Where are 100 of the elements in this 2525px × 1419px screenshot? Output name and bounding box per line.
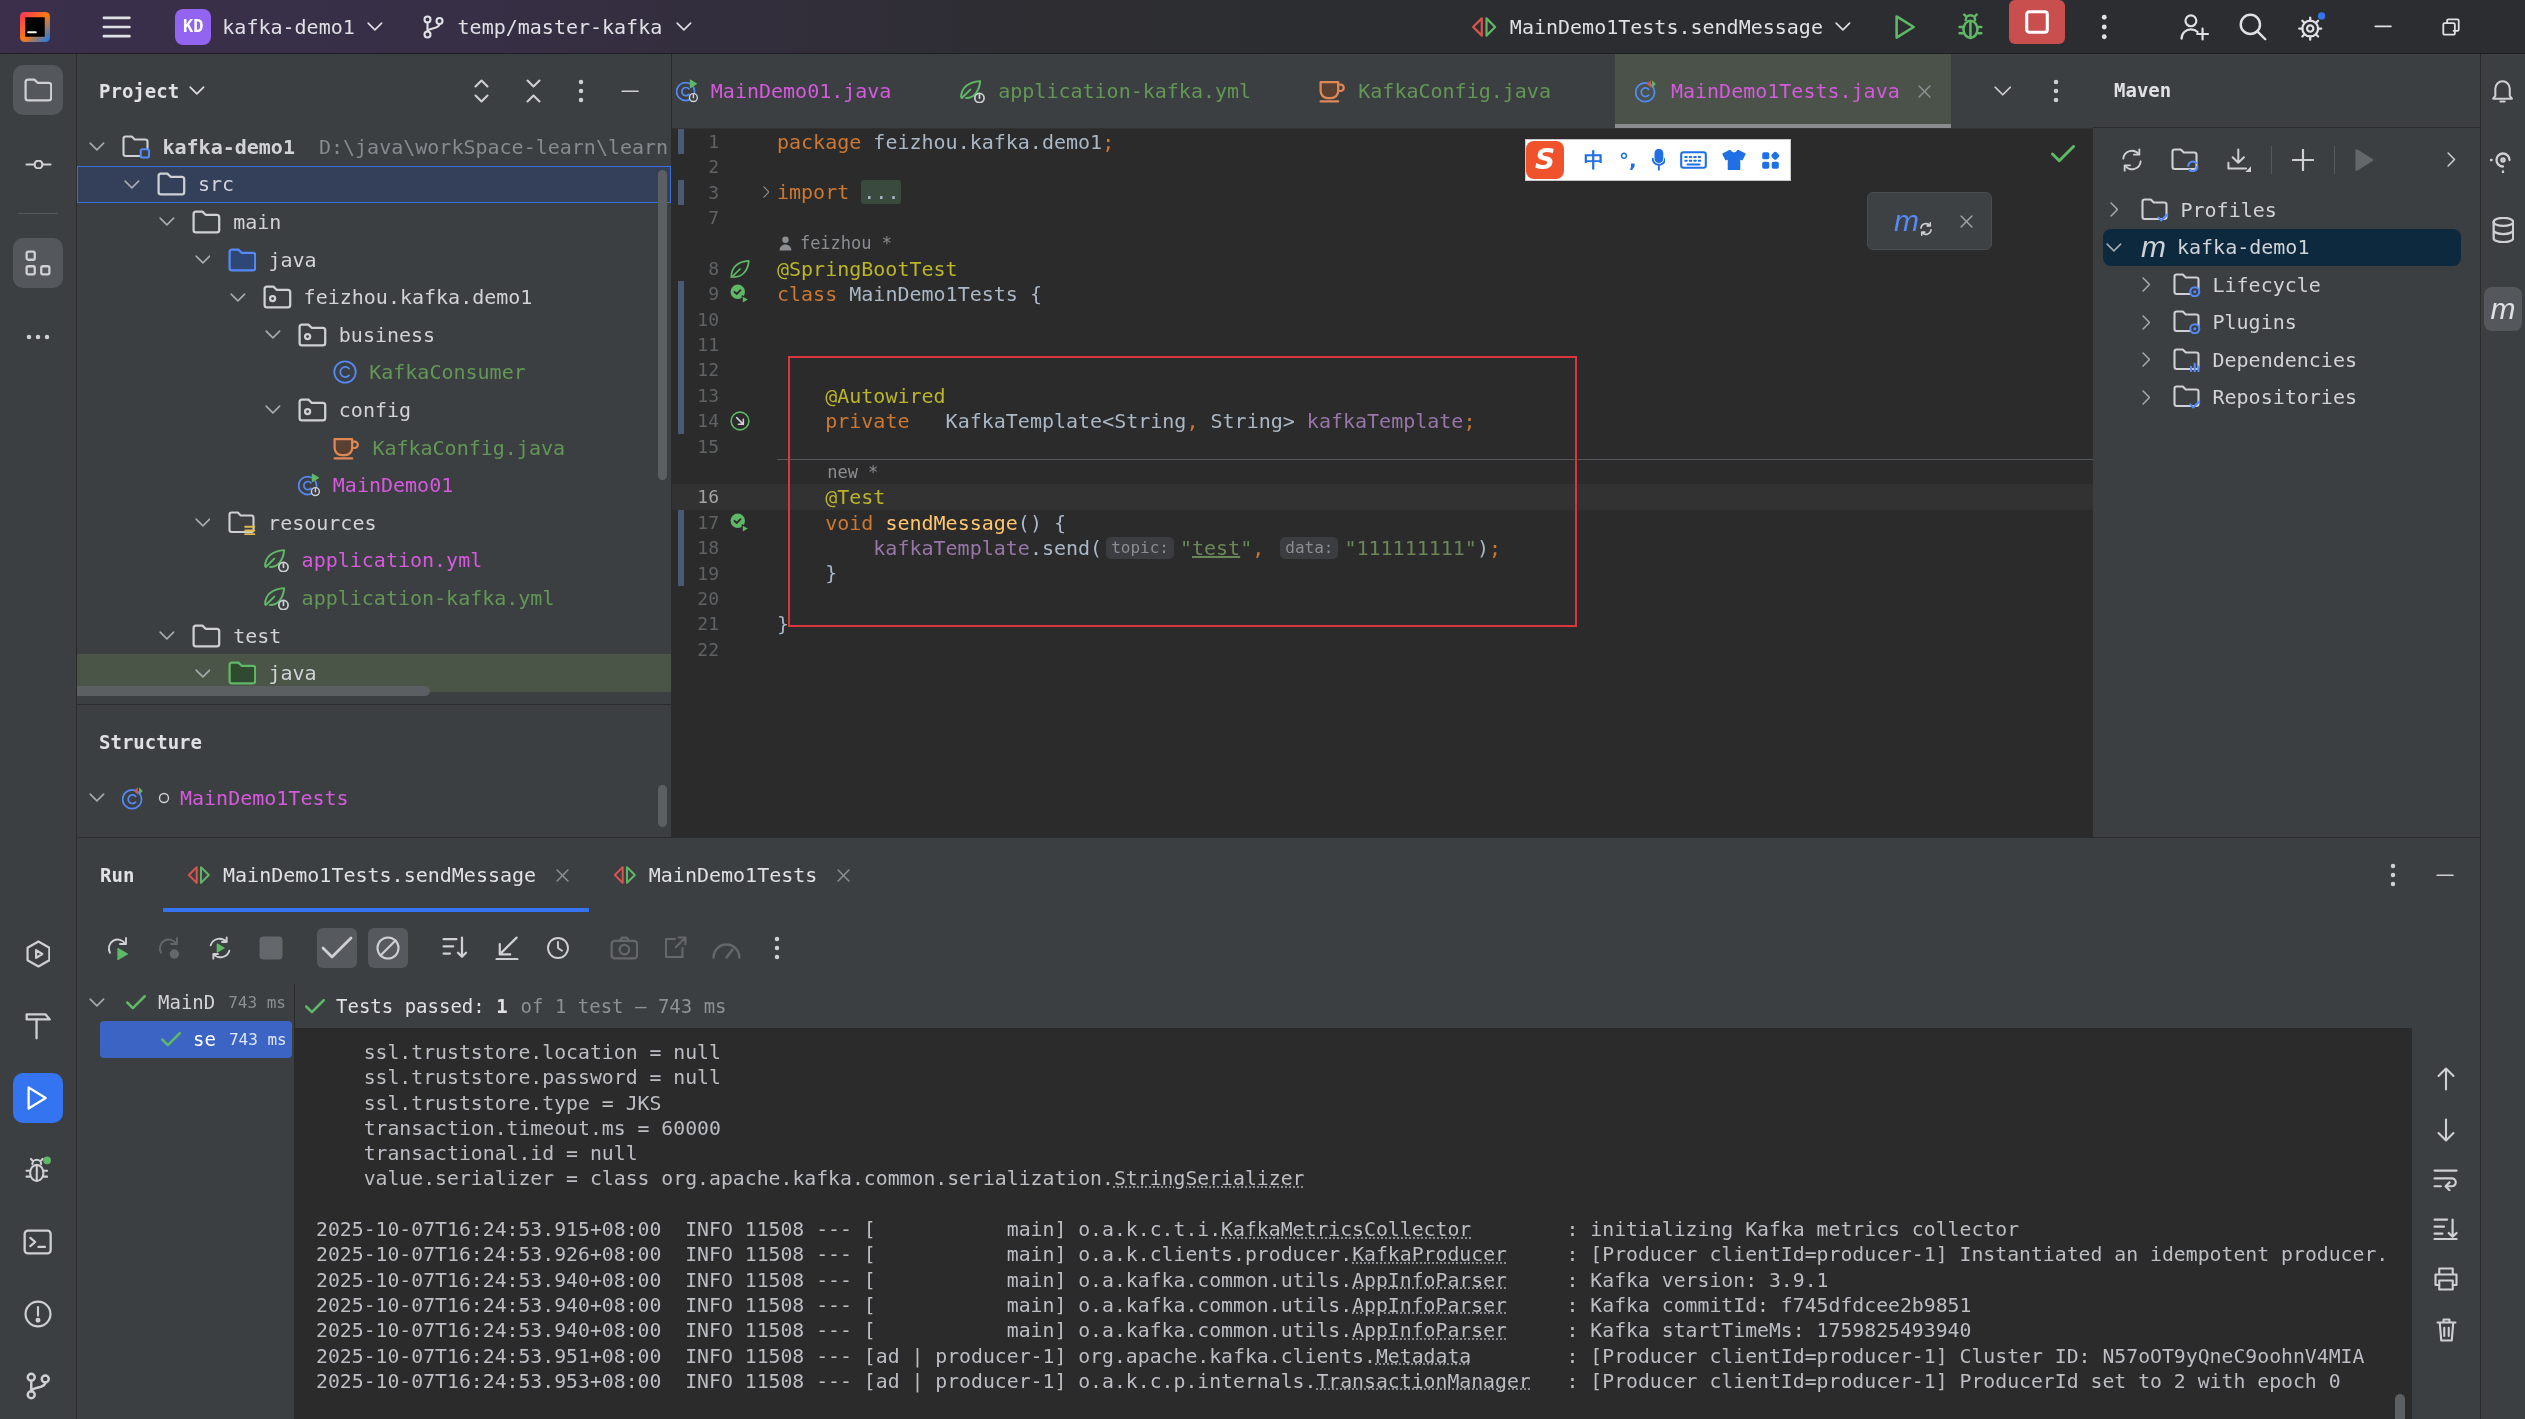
chevron-icon[interactable] [2106, 242, 2122, 252]
minimize-icon[interactable] [2435, 873, 2454, 877]
tool-window-button[interactable]: m [2484, 287, 2522, 331]
class-link[interactable]: TransactionManager [1316, 1369, 1531, 1393]
tool-window-button[interactable] [13, 1073, 63, 1123]
close-icon[interactable] [1917, 84, 1931, 98]
hexagon-play-icon[interactable] [25, 940, 51, 968]
run-config-selector[interactable]: MainDemo1Tests.sendMessage [1469, 14, 1851, 39]
trash-icon[interactable] [2435, 1318, 2457, 1342]
project-badge[interactable]: KD [175, 8, 212, 45]
minimize-icon[interactable] [620, 89, 639, 93]
class-link[interactable]: Metadata [1375, 1344, 1472, 1368]
tree-item[interactable]: Profiles [2106, 191, 2277, 229]
run-tab[interactable]: MainDemo1Tests [589, 838, 871, 912]
branch-selector[interactable]: temp/master-kafka [422, 14, 693, 39]
sort-icon[interactable] [442, 936, 470, 960]
arrow-circle-icon[interactable] [730, 411, 750, 431]
alert-icon[interactable] [24, 1300, 52, 1328]
arrow-down-icon[interactable] [2437, 1118, 2455, 1142]
scroll-to-end-icon[interactable] [2433, 1218, 2459, 1240]
input-mode-toggle[interactable]: 中 [1584, 148, 1604, 172]
chevron-icon[interactable] [194, 518, 211, 528]
scrollbar-thumb[interactable] [658, 785, 667, 827]
input-method-logo[interactable]: S [1526, 141, 1564, 179]
more-icon[interactable] [2053, 79, 2059, 103]
fold-chevron-icon[interactable] [762, 186, 770, 199]
tree-item[interactable]: Repositories [2138, 378, 2357, 416]
workspace-dropdown[interactable]: kafka-demo1 [222, 14, 383, 39]
scrollbar-thumb[interactable] [77, 686, 430, 696]
tree-item[interactable]: business [265, 315, 436, 354]
minimize-icon[interactable] [2373, 25, 2392, 28]
tree-item[interactable]: java [77, 654, 671, 692]
arrow-in-icon[interactable] [495, 936, 519, 960]
bug-icon[interactable] [1957, 12, 1983, 41]
chevron-icon[interactable] [2447, 152, 2456, 167]
search-icon[interactable] [2238, 12, 2267, 41]
reload-icon[interactable] [2120, 147, 2144, 172]
class-link[interactable]: AppInfoParser [1352, 1268, 1507, 1292]
scrollbar-thumb[interactable] [2395, 1394, 2405, 1419]
bug-icon[interactable] [24, 1156, 52, 1184]
plus-icon[interactable] [2291, 148, 2314, 171]
shirt-icon[interactable] [1722, 150, 1747, 170]
punctuation-toggle[interactable]: °, [1619, 148, 1637, 172]
more-icon[interactable] [774, 936, 780, 960]
print-icon[interactable] [2434, 1267, 2458, 1291]
class-link[interactable]: StringSerializer [1113, 1167, 1305, 1191]
chevron-icon[interactable] [265, 405, 281, 415]
download-icon[interactable] [2226, 147, 2251, 172]
tree-item[interactable]: Plugins [2138, 303, 2297, 341]
database-icon[interactable] [2491, 217, 2515, 243]
close-icon[interactable] [837, 868, 851, 882]
toggle-button[interactable] [368, 928, 408, 968]
hammer-icon[interactable] [24, 1012, 52, 1040]
chevron-icon[interactable] [2141, 389, 2151, 405]
more-icon[interactable] [2100, 13, 2108, 40]
tree-item[interactable]: Lifecycle [2138, 266, 2321, 304]
tree-item[interactable]: m kafka-demo1 [2103, 228, 2461, 266]
grid-icon[interactable] [1761, 150, 1781, 170]
tree-item[interactable]: resources [194, 503, 377, 542]
tree-item[interactable]: kafka-demo1 D:\java\workSpace-learn\learn [89, 128, 669, 166]
tree-item[interactable]: test [159, 616, 282, 655]
terminal-icon[interactable] [23, 1229, 53, 1255]
menu-icon[interactable] [102, 15, 132, 38]
commit-icon[interactable] [24, 159, 52, 169]
more-icon[interactable] [577, 79, 584, 103]
folder-reload-icon[interactable] [2171, 147, 2200, 172]
scrollbar-thumb[interactable] [658, 170, 667, 480]
tree-item[interactable]: feizhou.kafka.demo1 [229, 278, 533, 316]
tree-item[interactable]: config [265, 391, 412, 429]
chevron-icon[interactable] [2141, 352, 2151, 368]
bell-icon[interactable] [2491, 77, 2515, 103]
chevron-icon[interactable] [159, 631, 176, 640]
chevron-icon[interactable] [194, 668, 211, 678]
soft-wrap-icon[interactable] [2433, 1169, 2459, 1191]
close-icon[interactable] [556, 868, 570, 882]
clock-icon[interactable] [546, 936, 570, 960]
leaf-icon[interactable] [730, 258, 750, 279]
chevron-icon[interactable] [124, 179, 141, 189]
tool-window-button[interactable] [13, 238, 63, 288]
more-icon[interactable] [2389, 863, 2396, 887]
cycle-play-icon[interactable] [208, 936, 232, 960]
class-link[interactable]: AppInfoParser [1352, 1319, 1507, 1343]
class-link[interactable]: AppInfoParser [1352, 1293, 1507, 1317]
chevron-icon[interactable] [89, 998, 105, 1007]
code-author-hint[interactable]: new * [827, 462, 879, 483]
collapse-icon[interactable] [525, 79, 541, 103]
branch-icon[interactable] [25, 1372, 51, 1400]
panel-view-dropdown[interactable]: Project [99, 79, 205, 103]
settings-icon[interactable] [2295, 11, 2326, 42]
restore-icon[interactable] [2442, 17, 2460, 36]
run-check-icon[interactable] [730, 284, 750, 305]
folded-code[interactable]: ... [861, 180, 902, 205]
close-icon[interactable] [1960, 214, 1973, 228]
add-user-icon[interactable] [2180, 12, 2210, 41]
tree-item[interactable]: Dependencies [2138, 341, 2357, 379]
tree-item[interactable]: src [77, 165, 671, 204]
stop-button[interactable] [2008, 0, 2065, 44]
toggle-button[interactable] [317, 928, 357, 968]
rerun-icon[interactable] [106, 936, 130, 960]
run-tab[interactable]: MainDemo1Tests.sendMessage [163, 838, 590, 912]
